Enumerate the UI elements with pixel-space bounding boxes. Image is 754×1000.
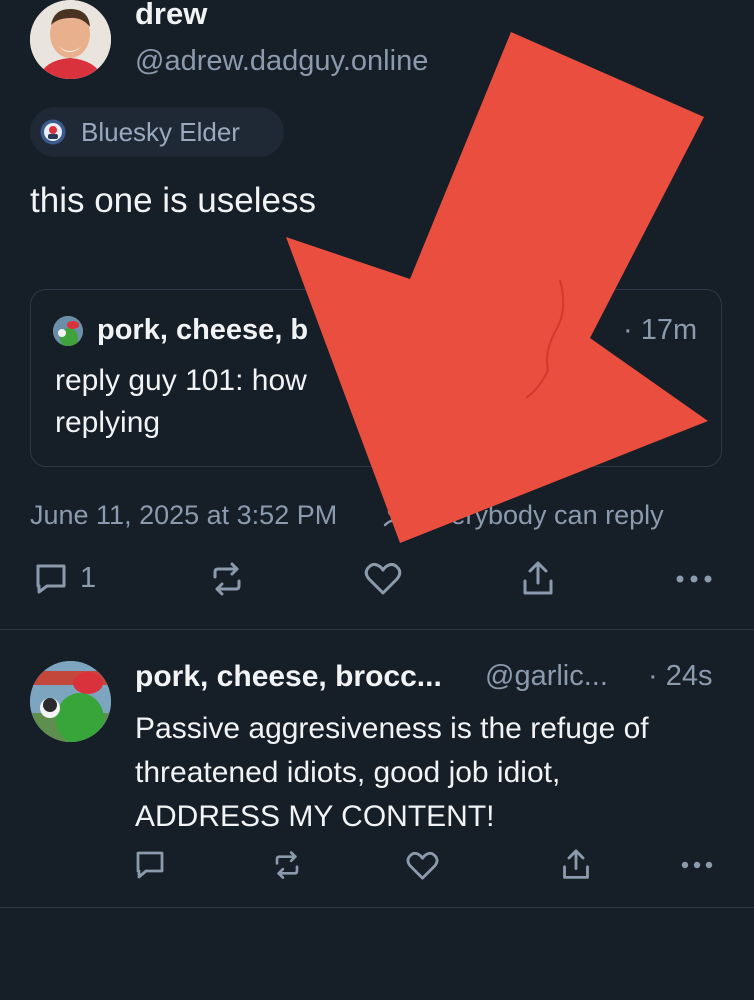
quoted-post[interactable]: pork, cheese, b · 17m reply guy 101: how… bbox=[30, 289, 722, 467]
badge-label: Bluesky Elder bbox=[81, 117, 240, 147]
people-icon bbox=[383, 503, 405, 527]
display-name[interactable]: drew bbox=[135, 0, 207, 32]
reply-display-name[interactable]: pork, cheese, brocc... bbox=[135, 660, 442, 694]
like-icon[interactable] bbox=[406, 851, 439, 881]
quote-timestamp: · 17m bbox=[623, 314, 698, 346]
quote-text-line1: reply guy 101: how bbox=[55, 364, 307, 397]
like-icon[interactable] bbox=[364, 562, 402, 596]
post-timestamp[interactable]: June 11, 2025 at 3:52 PM bbox=[30, 500, 337, 531]
reply-icon[interactable] bbox=[135, 851, 165, 879]
reply-timestamp: · 24s bbox=[648, 660, 713, 692]
avatar[interactable] bbox=[30, 0, 111, 79]
reply-icon[interactable] bbox=[34, 563, 68, 595]
reply-count: 1 bbox=[80, 562, 97, 594]
handle[interactable]: @adrew.dadguy.online bbox=[135, 45, 428, 78]
post-divider bbox=[0, 629, 754, 630]
reply-setting[interactable]: verybody can reply bbox=[437, 500, 664, 531]
verification-badge[interactable]: Bluesky Elder bbox=[30, 107, 284, 157]
more-icon[interactable] bbox=[676, 575, 712, 583]
share-icon[interactable] bbox=[561, 849, 591, 881]
quote-avatar bbox=[53, 316, 83, 346]
reply-avatar[interactable] bbox=[30, 661, 111, 742]
reply-text: Passive aggresiveness is the refuge of t… bbox=[135, 712, 649, 833]
badge-icon bbox=[40, 119, 66, 145]
reply-divider bbox=[0, 907, 754, 908]
quote-author-name: pork, cheese, b bbox=[97, 314, 309, 346]
reply-handle[interactable]: @garlic... bbox=[485, 660, 608, 693]
more-icon[interactable] bbox=[681, 861, 713, 869]
repost-icon[interactable] bbox=[272, 850, 302, 880]
quote-text-line2: replying bbox=[55, 406, 161, 439]
repost-icon[interactable] bbox=[209, 562, 245, 596]
quote-text-line1-tail: re bbox=[615, 364, 642, 397]
share-icon[interactable] bbox=[521, 561, 555, 597]
post-text: this one is useless bbox=[30, 181, 316, 220]
